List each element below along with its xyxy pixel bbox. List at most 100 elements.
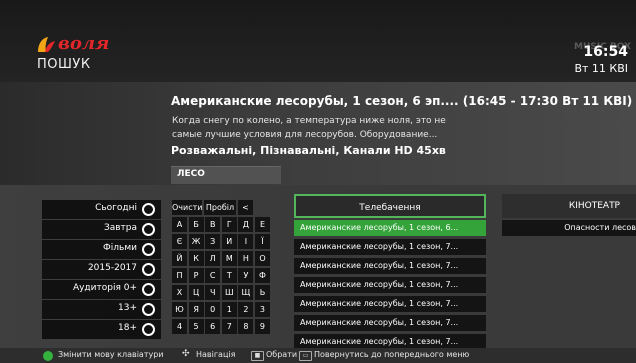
back-key-icon: ▭ — [299, 351, 312, 361]
keyboard-key[interactable]: Л — [205, 251, 221, 266]
tab-cinema[interactable]: КІНОТЕАТР — [502, 194, 636, 218]
keyboard-key[interactable]: Р — [188, 268, 204, 283]
hint-navigation: Навігація — [196, 350, 236, 359]
keyboard-key[interactable]: 1 — [221, 302, 237, 317]
result-item[interactable]: Американские лесорубы, 1 сезон, 7... — [294, 277, 486, 293]
keyboard-key[interactable]: У — [238, 268, 254, 283]
filter-label: 2015-2017 — [87, 263, 137, 273]
cinema-results-column: КІНОТЕАТР Опасности лесов — [502, 194, 636, 236]
keyboard-key[interactable]: И — [221, 234, 237, 249]
radio-icon — [142, 243, 155, 256]
keyboard-key[interactable]: 8 — [238, 319, 254, 334]
keyboard-row: 4 5 6 7 8 9 — [172, 319, 285, 334]
keyboard-key[interactable]: І — [238, 234, 254, 249]
result-item[interactable]: Американские лесорубы, 1 сезон, 7... — [294, 239, 486, 255]
keyboard-row: Й К Л М Н О — [172, 251, 285, 266]
keyboard-key[interactable]: 6 — [205, 319, 221, 334]
filter-item-years[interactable]: 2015-2017 — [42, 260, 161, 279]
hint-select: Обрати — [266, 350, 298, 359]
filter-label: 13+ — [118, 303, 137, 313]
main-area: Сьогодні Завтра Фільми 2015-2017 Аудитор… — [0, 185, 636, 350]
keyboard-key[interactable]: З — [205, 234, 221, 249]
keyboard-key[interactable]: Ф — [254, 268, 270, 283]
keyboard-key[interactable]: С — [205, 268, 221, 283]
radio-icon — [142, 303, 155, 316]
keyboard-action-row: Очисти Пробіл < — [172, 200, 285, 215]
keyboard-key[interactable]: 5 — [188, 319, 204, 334]
on-screen-keyboard: Очисти Пробіл < А Б В Г Д Е Є Ж З И І Ї — [172, 200, 285, 336]
filter-label: Аудиторія 0+ — [72, 283, 137, 293]
ok-key-icon: ■ — [251, 351, 264, 361]
keyboard-key[interactable]: 9 — [254, 319, 270, 334]
search-query: ЛЕСО — [177, 169, 205, 179]
keyboard-key[interactable]: П — [172, 268, 187, 283]
filter-item-18plus[interactable]: 18+ — [42, 320, 161, 339]
keyboard-key[interactable]: Ї — [254, 234, 270, 249]
keyboard-key[interactable]: Н — [238, 251, 254, 266]
keyboard-key[interactable]: 3 — [254, 302, 270, 317]
space-button[interactable]: Пробіл — [204, 200, 236, 215]
result-item[interactable]: Американские лесорубы, 1 сезон, 7... — [294, 296, 486, 312]
keyboard-key[interactable]: Щ — [238, 285, 254, 300]
leaf-logo-icon — [38, 37, 55, 52]
keyboard-key[interactable]: Ш — [221, 285, 237, 300]
filter-item-tomorrow[interactable]: Завтра — [42, 220, 161, 239]
program-title: Американские лесорубы, 1 сезон, 6 эп....… — [171, 94, 633, 108]
backspace-button[interactable]: < — [238, 200, 253, 215]
keyboard-key[interactable]: Ю — [172, 302, 187, 317]
program-meta: Розважальні, Пізнавальні, Канали HD 45хв — [171, 144, 446, 157]
clock-date: Вт 11 КВІ — [574, 62, 628, 75]
search-input[interactable]: ЛЕСО — [171, 166, 281, 184]
keyboard-key[interactable]: Є — [172, 234, 187, 249]
keyboard-key[interactable]: Д — [238, 217, 254, 232]
result-item[interactable]: Американские лесорубы, 1 сезон, 7... — [294, 315, 486, 331]
keyboard-key[interactable]: Г — [221, 217, 237, 232]
keyboard-key[interactable]: Я — [188, 302, 204, 317]
tv-results-column: Телебачення Американские лесорубы, 1 сез… — [294, 194, 486, 353]
keyboard-key[interactable]: Т — [221, 268, 237, 283]
cinema-result-item[interactable]: Опасности лесов — [502, 220, 636, 236]
radio-icon — [142, 283, 155, 296]
filter-item-films[interactable]: Фільми — [42, 240, 161, 259]
keyboard-row: Х Ц Ч Ш Щ Ь — [172, 285, 285, 300]
filter-label: Фільми — [103, 243, 137, 253]
filter-item-13plus[interactable]: 13+ — [42, 300, 161, 319]
keyboard-key[interactable]: Е — [254, 217, 270, 232]
page-title: ПОШУК — [37, 57, 91, 72]
filter-item-today[interactable]: Сьогодні — [42, 200, 161, 219]
dpad-icon: ✣ — [182, 349, 190, 359]
keyboard-key[interactable]: А — [172, 217, 187, 232]
radio-icon — [142, 203, 155, 216]
filter-list: Сьогодні Завтра Фільми 2015-2017 Аудитор… — [42, 200, 161, 340]
keyboard-key[interactable]: Ц — [188, 285, 204, 300]
hint-back: Повернутись до попереднього меню — [314, 350, 470, 359]
keyboard-key[interactable]: Ж — [188, 234, 204, 249]
clear-button[interactable]: Очисти — [172, 200, 202, 215]
filter-label: Завтра — [103, 223, 137, 233]
keyboard-key[interactable]: Ь — [254, 285, 270, 300]
keyboard-key[interactable]: 0 — [205, 302, 221, 317]
keyboard-key[interactable]: В — [205, 217, 221, 232]
filter-label: Сьогодні — [95, 203, 137, 213]
keyboard-key[interactable]: О — [254, 251, 270, 266]
keyboard-key[interactable]: М — [221, 251, 237, 266]
logo-text: воля — [58, 33, 110, 54]
keyboard-key[interactable]: К — [188, 251, 204, 266]
keyboard-key[interactable]: Ч — [205, 285, 221, 300]
keyboard-row: П Р С Т У Ф — [172, 268, 285, 283]
keyboard-key[interactable]: Й — [172, 251, 187, 266]
radio-icon — [142, 263, 155, 276]
keyboard-key[interactable]: 4 — [172, 319, 187, 334]
result-item[interactable]: Американские лесорубы, 1 сезон, 7... — [294, 258, 486, 274]
program-description: Когда снегу по колено, а температура ниж… — [172, 116, 446, 140]
keyboard-key[interactable]: 2 — [238, 302, 254, 317]
radio-icon — [142, 223, 155, 236]
keyboard-key[interactable]: Х — [172, 285, 187, 300]
keyboard-key[interactable]: 7 — [221, 319, 237, 334]
tab-tv[interactable]: Телебачення — [294, 194, 486, 218]
result-item[interactable]: Американские лесорубы, 1 сезон, 6... — [294, 220, 486, 236]
hint-change-language: Змінити мову клавіатури — [58, 350, 164, 359]
filter-item-audience-0[interactable]: Аудиторія 0+ — [42, 280, 161, 299]
keyboard-key[interactable]: Б — [188, 217, 204, 232]
keyboard-row: Ю Я 0 1 2 3 — [172, 302, 285, 317]
